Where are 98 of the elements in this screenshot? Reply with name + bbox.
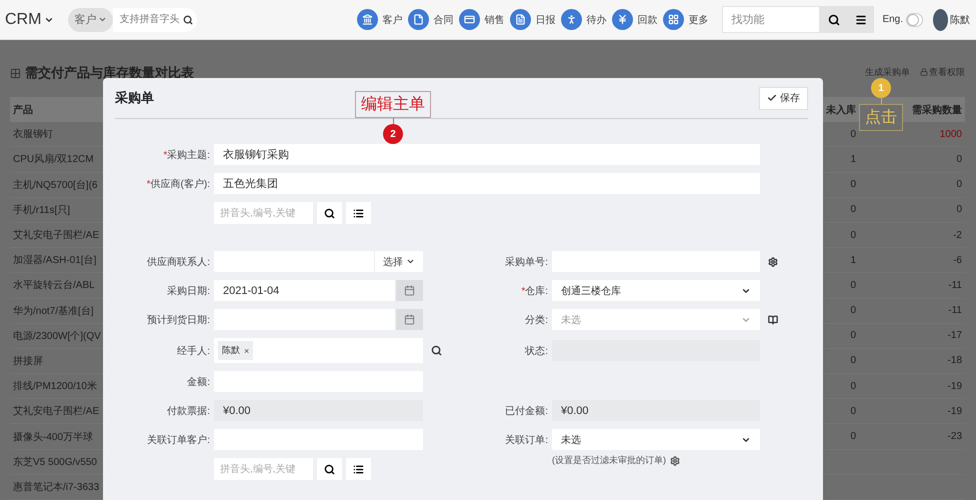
document-icon [408,9,430,30]
bank-icon [357,9,378,30]
dialog-title: 采购单 [115,88,154,106]
select-field[interactable]: 未选 [552,429,760,450]
calendar-button[interactable] [395,309,423,330]
list-icon [353,464,364,474]
lookup-field[interactable]: 拼音头,编号,关键 [214,458,313,480]
table-cell: -19 [859,374,965,400]
table-cell: -19 [859,399,965,424]
function-search-field[interactable]: 找功能 [722,6,820,33]
table-cell: -17 [859,324,965,349]
nav-item[interactable]: 合同 [408,9,454,30]
table-cell: -11 [859,273,965,298]
brand-menu[interactable]: CRM [5,10,54,28]
table-cell: 0 [859,172,965,198]
readonly-field[interactable]: ¥0.00 [552,400,760,421]
nav-item[interactable]: 客户 [357,9,402,30]
table-cell: 0 [859,198,965,223]
caret-icon [98,15,108,24]
field-label: 供应商联系人: [146,256,210,268]
nav-item[interactable]: 回款 [612,9,658,30]
field-label: *供应商(客户): [146,178,210,190]
nav-item[interactable]: 待办 [561,9,606,30]
caret-icon [406,257,415,266]
select-button[interactable]: 选择 [374,251,423,272]
select-field[interactable]: 创通三楼仓库 [552,280,760,301]
readonly-field[interactable]: ¥0.00 [214,400,423,421]
user-name[interactable]: 陈默 [950,12,970,26]
list-icon [353,208,364,218]
table-cell: -23 [859,424,965,450]
callout-label: 编辑主单 [355,91,431,118]
report-icon [510,9,532,30]
calendar-icon [404,314,415,325]
field-label: 采购单号: [504,256,548,268]
column-header: 产品 [10,97,103,122]
field-label: 金额: [186,376,210,388]
lock-icon [920,68,928,76]
nav-item[interactable]: 更多 [663,9,708,30]
person-tag: 陈默 × [218,341,254,360]
callout-label: 点击 [859,104,903,131]
nav-item[interactable]: 销售 [459,9,504,30]
list-button[interactable] [346,458,371,480]
text-field[interactable]: 衣服铆钉采购 [214,144,760,165]
nav-item[interactable]: 日报 [510,9,556,30]
field-label: 状态: [524,344,548,358]
lookup-field[interactable]: 拼音头,编号,关键 [214,202,313,224]
field-label: 预计到货日期: [146,314,210,326]
calendar-button[interactable] [395,280,423,301]
date-field[interactable]: 2021-01-04 [214,280,395,301]
book-icon[interactable] [768,314,778,324]
step-marker: 2 [383,124,403,144]
search-button[interactable] [820,6,848,33]
grid-icon [663,9,684,30]
menu-button[interactable] [847,6,874,33]
hint-text: (设置是否过滤未审批的订单) [552,454,788,467]
table-cell: 0 [859,147,965,173]
field-label: 付款票据: [166,404,210,418]
table-cell: -18 [859,348,965,374]
table-cell: -11 [859,298,965,324]
date-field[interactable] [214,309,395,330]
search-icon [324,208,335,218]
table-cell: -6 [859,248,965,274]
search-icon [828,14,840,26]
scope-dropdown[interactable]: 客户 [68,8,114,32]
list-button[interactable] [346,202,371,224]
language-toggle[interactable] [906,12,923,26]
field-label: 采购日期: [166,284,210,298]
field-label: 关联订单: [504,434,548,446]
avatar[interactable] [933,8,948,30]
card-icon [459,9,480,30]
table-cell: -2 [859,222,965,248]
field-label: 关联订单客户: [146,434,210,446]
field-label: 已付金额: [504,404,548,418]
menu-icon [854,14,867,26]
column-header: 未入库 [823,97,859,122]
search-icon [324,464,335,474]
remove-button[interactable]: × [244,346,250,356]
search-field[interactable]: 支持拼音字头 [113,8,198,32]
search-button[interactable] [317,202,342,224]
field-label: *仓库: [520,284,548,298]
check-icon [767,93,777,103]
grid-icon [10,68,21,78]
settings-icon[interactable] [768,256,778,266]
search-icon[interactable] [183,14,194,24]
search-input[interactable]: 支持拼音字头 [117,13,184,26]
settings-icon[interactable] [670,456,680,466]
save-button[interactable]: 保存 [759,86,808,110]
search-icon[interactable] [431,345,442,356]
field-label: *采购主题: [162,148,210,162]
calendar-icon [404,285,415,296]
field-label: 经手人: [176,344,210,358]
search-button[interactable] [317,458,342,480]
yen-icon [612,9,634,30]
language-label: Eng. [882,14,904,25]
walking-person-icon [561,9,582,30]
text-field[interactable]: 五色光集团 [214,173,760,194]
tags-field[interactable]: 陈默 × [214,338,423,363]
field-label: 分类: [524,314,548,326]
